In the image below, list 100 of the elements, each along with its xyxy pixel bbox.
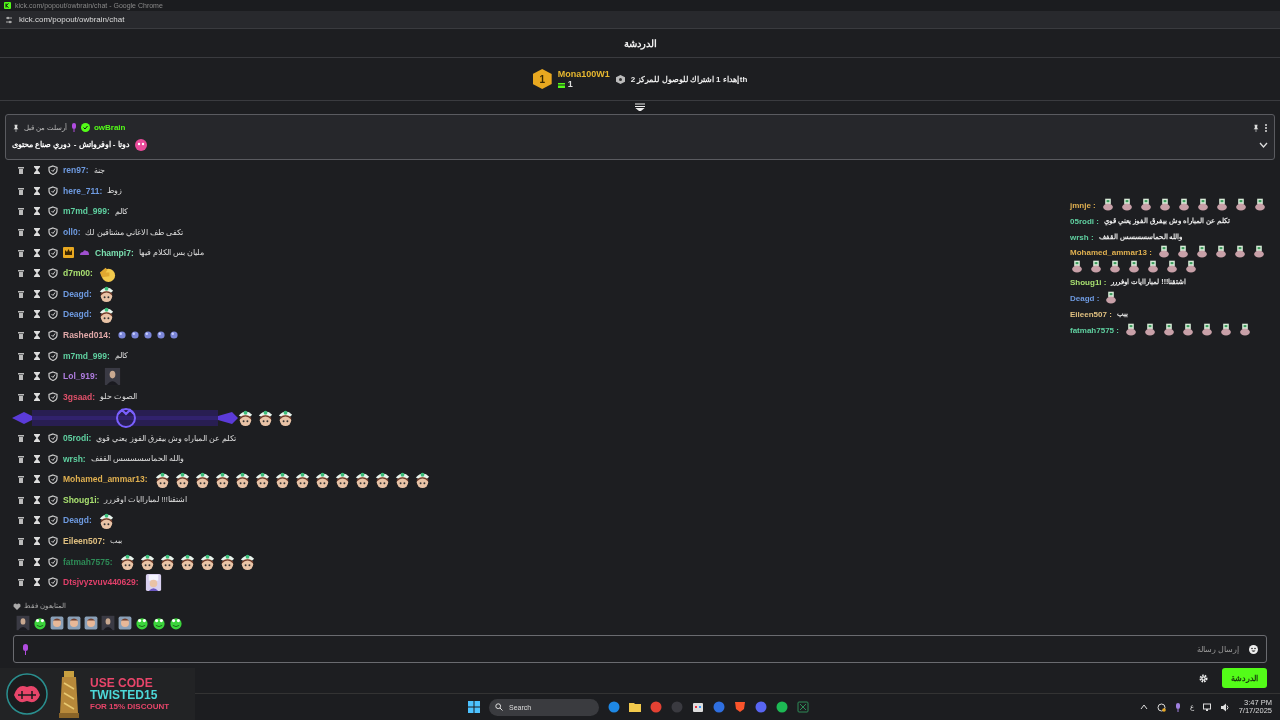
face-emote[interactable] xyxy=(49,615,65,631)
windows-start-icon[interactable] xyxy=(468,701,480,713)
store-icon[interactable] xyxy=(692,701,704,713)
chat-username[interactable]: Mohamed_ammar13: xyxy=(63,474,148,485)
chat-username[interactable]: here_711: xyxy=(63,185,103,196)
collapse-icon[interactable] xyxy=(635,103,645,111)
microphone-icon[interactable] xyxy=(22,643,29,655)
timeout-icon[interactable] xyxy=(32,474,42,485)
mod-shield-icon[interactable] xyxy=(48,371,58,382)
timeout-icon[interactable] xyxy=(32,515,42,526)
timeout-icon[interactable] xyxy=(32,536,42,546)
timeout-icon[interactable] xyxy=(32,206,42,217)
chat-username[interactable]: fatmah7575: xyxy=(63,556,113,567)
timeout-icon[interactable] xyxy=(32,556,42,567)
timeout-icon[interactable] xyxy=(32,453,42,464)
mod-shield-icon[interactable] xyxy=(48,247,58,258)
delete-icon[interactable] xyxy=(16,288,26,299)
timeout-icon[interactable] xyxy=(32,309,42,320)
chevron-down-icon[interactable] xyxy=(1259,141,1268,148)
mod-shield-icon[interactable] xyxy=(48,494,58,505)
chat-username[interactable]: Lol_919: xyxy=(63,371,98,382)
chat-username[interactable]: d7m00: xyxy=(63,268,93,279)
pinned-sender[interactable]: owBrain xyxy=(93,123,126,132)
timeout-icon[interactable] xyxy=(32,227,42,238)
mod-shield-icon[interactable] xyxy=(48,165,58,176)
delete-icon[interactable] xyxy=(16,350,26,361)
chat-username[interactable]: m7md_999: xyxy=(63,206,110,217)
timeout-icon[interactable] xyxy=(32,288,42,299)
timeout-icon[interactable] xyxy=(32,268,42,279)
timeout-icon[interactable] xyxy=(32,494,42,505)
mod-shield-icon[interactable] xyxy=(48,330,58,341)
delete-icon[interactable] xyxy=(16,494,26,505)
delete-icon[interactable] xyxy=(16,577,26,588)
timeout-icon[interactable] xyxy=(32,247,42,258)
chat-username[interactable]: oll0: xyxy=(63,227,81,238)
mod-shield-icon[interactable] xyxy=(48,185,58,196)
delete-icon[interactable] xyxy=(16,206,26,217)
timeout-icon[interactable] xyxy=(32,433,42,443)
folder-icon[interactable] xyxy=(629,701,641,713)
timeout-icon[interactable] xyxy=(32,577,42,588)
frog-emote[interactable] xyxy=(32,615,48,631)
emoji-icon[interactable] xyxy=(1249,644,1258,654)
timeout-icon[interactable] xyxy=(32,350,42,361)
frog-emote[interactable] xyxy=(168,615,184,631)
delete-icon[interactable] xyxy=(16,268,26,279)
timeout-icon[interactable] xyxy=(32,165,42,176)
delete-icon[interactable] xyxy=(16,330,26,341)
timeout-icon[interactable] xyxy=(32,391,42,402)
delete-icon[interactable] xyxy=(16,474,26,485)
mod-shield-icon[interactable] xyxy=(48,556,58,567)
mod-shield-icon[interactable] xyxy=(48,515,58,526)
mod-shield-icon[interactable] xyxy=(48,536,58,546)
delete-icon[interactable] xyxy=(16,371,26,382)
face-emote[interactable] xyxy=(117,615,133,631)
chat-username[interactable]: Deagd: xyxy=(63,288,92,299)
timeout-icon[interactable] xyxy=(32,185,42,196)
chevron-up-icon[interactable] xyxy=(1139,704,1148,710)
more-options-icon[interactable] xyxy=(1264,122,1268,133)
delete-icon[interactable] xyxy=(16,391,26,402)
frog-emote[interactable] xyxy=(134,615,150,631)
delete-icon[interactable] xyxy=(16,185,26,196)
chat-username[interactable]: ren97: xyxy=(63,165,89,176)
delete-icon[interactable] xyxy=(16,515,26,526)
chat-username[interactable]: 05rodi: xyxy=(63,433,92,443)
chat-send-button[interactable]: الدردشة xyxy=(1222,668,1267,688)
delete-icon[interactable] xyxy=(16,556,26,567)
chat-username[interactable]: wrsh: xyxy=(63,453,86,464)
mod-shield-icon[interactable] xyxy=(48,227,58,238)
volume-icon[interactable] xyxy=(1220,702,1230,712)
spreadsheet-icon[interactable] xyxy=(797,701,809,713)
portrait-emote[interactable] xyxy=(15,615,31,631)
mod-shield-icon[interactable] xyxy=(48,268,58,279)
chat-username[interactable]: Dtsjvyzvuv440629: xyxy=(63,577,139,588)
delete-icon[interactable] xyxy=(16,165,26,176)
mod-shield-icon[interactable] xyxy=(48,309,58,320)
chat-username[interactable]: m7md_999: xyxy=(63,350,110,361)
timeout-icon[interactable] xyxy=(32,330,42,341)
delete-icon[interactable] xyxy=(16,309,26,320)
chat-username[interactable]: Rashed014: xyxy=(63,330,111,341)
mod-shield-icon[interactable] xyxy=(48,474,58,485)
sync-icon[interactable] xyxy=(1156,702,1166,712)
mod-shield-icon[interactable] xyxy=(48,206,58,217)
message-field[interactable]: إرسال رسالة xyxy=(13,635,1267,663)
delete-icon[interactable] xyxy=(16,453,26,464)
mod-shield-icon[interactable] xyxy=(48,350,58,361)
message-input[interactable]: إرسال رسالة xyxy=(37,643,1241,655)
delete-icon[interactable] xyxy=(16,247,26,258)
delete-icon[interactable] xyxy=(16,227,26,238)
site-settings-icon[interactable] xyxy=(5,15,13,24)
address-bar[interactable]: kick.com/popout/owbrain/chat xyxy=(19,15,125,24)
chat-username[interactable]: Deagd: xyxy=(63,309,92,320)
face-emote[interactable] xyxy=(83,615,99,631)
timeout-icon[interactable] xyxy=(32,371,42,382)
face-emote[interactable] xyxy=(66,615,82,631)
frog-emote[interactable] xyxy=(151,615,167,631)
chat-username[interactable]: 3gsaad: xyxy=(63,391,96,402)
chat-username[interactable]: Champi7: xyxy=(95,247,134,258)
mod-shield-icon[interactable] xyxy=(48,577,58,588)
settings-icon[interactable] xyxy=(1199,673,1208,683)
mod-shield-icon[interactable] xyxy=(48,391,58,402)
